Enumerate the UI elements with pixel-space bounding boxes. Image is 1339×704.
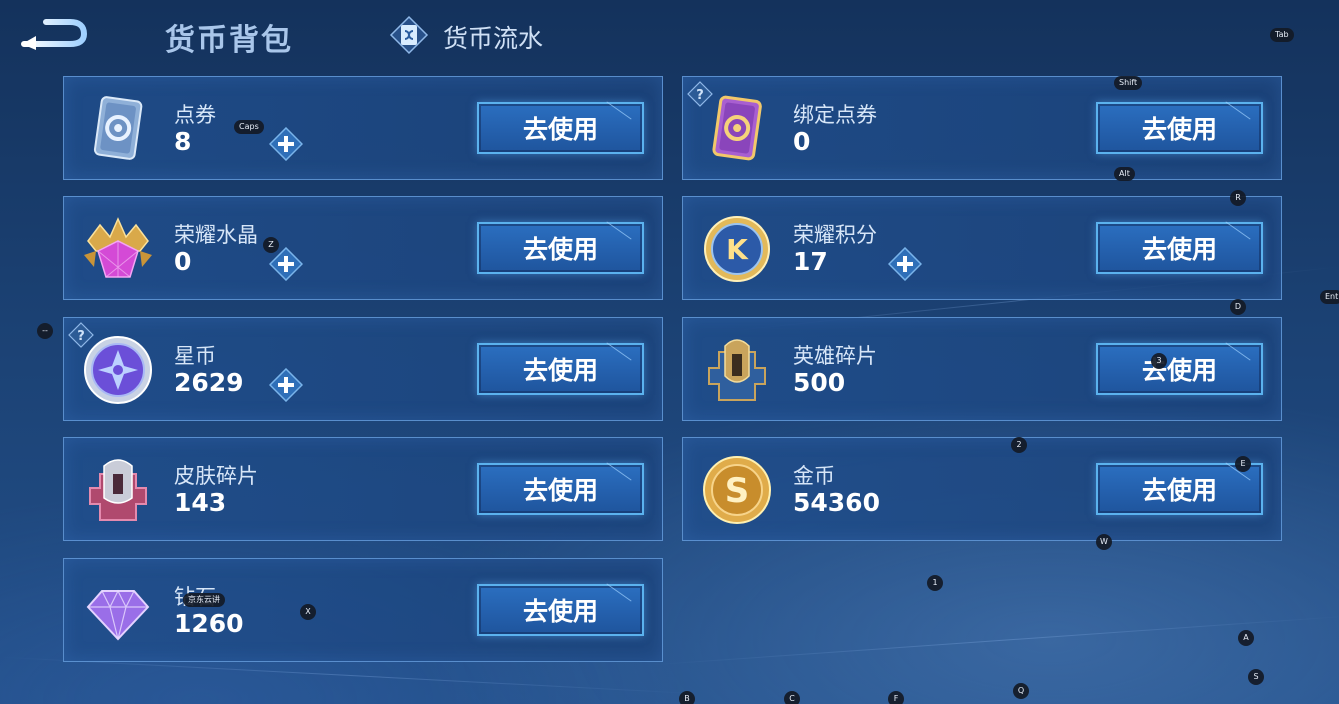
currency-name: 绑定点券 [793,103,877,127]
currency-card-diamond: 钻石 1260 去使用 [63,558,663,662]
coupon-ticket-icon [93,96,143,160]
svg-text:K: K [726,233,749,266]
currency-name: 荣耀积分 [793,223,877,247]
currency-name: 点券 [174,103,216,127]
hotkey-chip-z: Z [263,237,279,253]
hotkey-chip-c: C [784,691,800,704]
hotkey-chip-d: D [1230,299,1246,315]
hotkey-chip-f: F [888,691,904,704]
hotkey-chip-minus: -- [37,323,53,339]
currency-card-star-coin: ? 星币 2629 去使用 [63,317,663,421]
bg-streak [650,615,1339,666]
currency-flow-link[interactable]: 货币流水 [443,19,543,55]
use-glory-points-button[interactable]: 去使用 [1096,222,1263,274]
currency-name: 星币 [174,344,216,368]
page-title: 货币背包 [165,23,293,58]
hotkey-chip-tab: Tab [1270,28,1294,42]
hotkey-chip-3: 3 [1151,353,1167,369]
currency-value: 8 [174,127,192,156]
currency-card-hero-fragment: 英雄碎片 500 去使用 [682,317,1282,421]
add-glory-points-button[interactable] [888,247,922,281]
use-bound-coupon-button[interactable]: 去使用 [1096,102,1263,154]
use-diamond-button[interactable]: 去使用 [477,584,644,636]
currency-value: 0 [174,247,192,276]
add-coupon-button[interactable] [269,127,303,161]
use-star-coin-button[interactable]: 去使用 [477,343,644,395]
currency-card-bound-coupon: ? 绑定点券 0 去使用 [682,76,1282,180]
currency-value: 500 [793,368,846,397]
currency-value: 54360 [793,488,880,517]
back-arrow-icon [21,19,88,50]
hotkey-chip-e: E [1235,456,1251,472]
hotkey-chip-1: 1 [927,575,943,591]
currency-value: 0 [793,127,811,156]
use-hero-fragment-button[interactable]: 去使用 [1096,343,1263,395]
hotkey-chip-x: X [300,604,316,620]
gold-coin-icon: S [703,456,771,524]
bg-streak [0,656,700,695]
currency-card-coupon: 点券 8 去使用 [63,76,663,180]
svg-text:S: S [725,471,750,511]
use-skin-fragment-button[interactable]: 去使用 [477,463,644,515]
hotkey-chip-shift: Shift [1114,76,1143,90]
bound-coupon-icon [712,95,762,161]
back-button[interactable] [20,14,90,54]
hotkey-chip-b: B [679,691,695,704]
currency-card-gold-coin: S 金币 54360 去使用 [682,437,1282,541]
hotkey-chip-q: Q [1013,683,1029,699]
glory-points-icon: K [704,216,770,282]
currency-card-glory-points: K 荣耀积分 17 去使用 [682,196,1282,300]
star-coin-icon [84,336,152,404]
currency-card-skin-fragment: 皮肤碎片 143 去使用 [63,437,663,541]
hotkey-chip-caps: Caps [234,120,264,134]
hotkey-chip-enter: Ent [1320,290,1339,304]
hotkey-chip-a: A [1238,630,1254,646]
currency-card-glory-crystal: 荣耀水晶 0 去使用 [63,196,663,300]
use-coupon-button[interactable]: 去使用 [477,102,644,154]
hotkey-chip-r: R [1230,190,1246,206]
hotkey-chip-2: 2 [1011,437,1027,453]
currency-name: 金币 [793,464,835,488]
hotkey-chip-w: W [1096,534,1112,550]
hotkey-chip-s: S [1248,669,1264,685]
hotkey-chip-voice: 京东云讲 [183,593,225,607]
glory-crystal-icon [84,217,152,278]
currency-value: 1260 [174,609,244,638]
currency-flow-icon [389,15,429,55]
currency-value: 17 [793,247,828,276]
skin-fragment-icon [89,459,147,521]
hotkey-chip-alt: Alt [1114,167,1135,181]
currency-name: 皮肤碎片 [174,464,258,488]
currency-value: 143 [174,488,227,517]
currency-name: 英雄碎片 [793,344,877,368]
currency-value: 2629 [174,368,244,397]
hero-fragment-icon [708,339,766,401]
diamond-icon [86,589,150,641]
currency-name: 荣耀水晶 [174,223,258,247]
use-glory-crystal-button[interactable]: 去使用 [477,222,644,274]
add-star-coin-button[interactable] [269,368,303,402]
